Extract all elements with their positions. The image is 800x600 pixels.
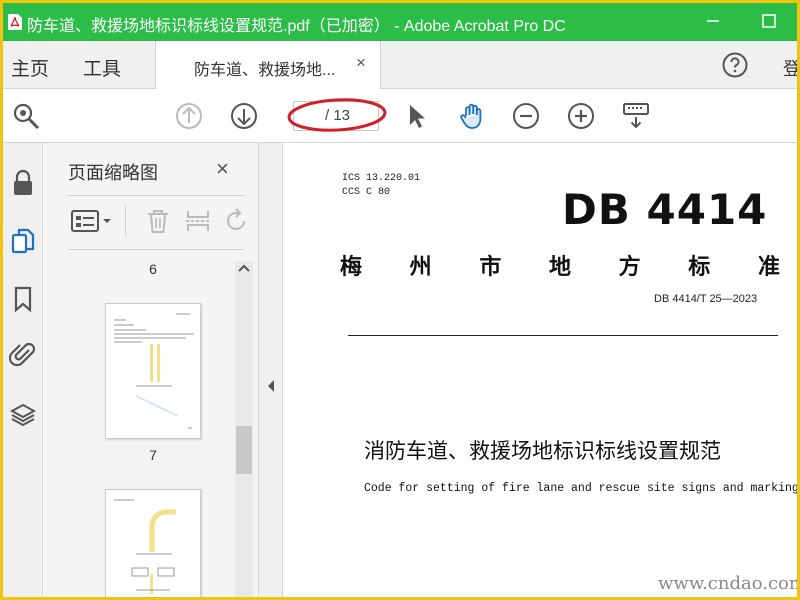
tab-document[interactable]: 防车道、救援场地... ×: [155, 41, 381, 90]
standard-number: DB 4414/T 25—2023: [654, 293, 758, 305]
zoom-out-icon[interactable]: [511, 101, 541, 131]
page-number-field: / 13: [287, 98, 387, 132]
delete-page-icon[interactable]: [144, 207, 172, 235]
org-char: 州: [409, 254, 432, 280]
ics-code: ICS 13.220.01: [342, 173, 421, 184]
document-page: ICS 13.220.01 CCS C 80 DB 4414 梅 州 市 地 方…: [284, 143, 797, 597]
thumbnail-preview-7: [114, 313, 194, 429]
toolbar: / 13: [3, 89, 797, 143]
title-bar: 防车道、救援场地标识标线设置规范.pdf（已加密） - Adobe Acroba…: [3, 3, 797, 41]
maximize-button[interactable]: [757, 9, 781, 33]
panel-divider: [68, 195, 244, 196]
document-subtitle: Code for setting of fire lane and rescue…: [364, 482, 797, 495]
page-down-icon[interactable]: [229, 101, 259, 131]
panel-collapse-handle[interactable]: [259, 143, 283, 597]
keyboard-tool-icon[interactable]: [621, 101, 651, 131]
scrollbar-thumb[interactable]: [236, 426, 252, 474]
page-thumbnails-icon[interactable]: [9, 227, 37, 255]
org-char: 标: [688, 254, 711, 280]
maximize-icon: [762, 14, 776, 28]
document-title: 消防车道、救援场地标识标线设置规范: [364, 439, 721, 463]
standard-org: 梅 州 市 地 方 标 准: [340, 249, 780, 281]
help-icon[interactable]: [721, 51, 749, 79]
page-total: / 13: [325, 107, 351, 124]
window-title: 防车道、救援场地标识标线设置规范.pdf（已加密） - Adobe Acroba…: [27, 18, 566, 35]
page-thumbnail-7[interactable]: [105, 303, 201, 439]
minimize-button[interactable]: [701, 9, 725, 33]
acrobat-icon: [8, 14, 22, 30]
rotate-page-icon[interactable]: [222, 207, 250, 235]
org-char: 市: [479, 254, 502, 280]
select-cursor-icon[interactable]: [401, 101, 431, 131]
bookmark-icon[interactable]: [9, 285, 37, 313]
tab-document-label: 防车道、救援场地...: [194, 62, 336, 79]
lock-icon[interactable]: [9, 169, 37, 197]
watermark: www.cndao.com: [658, 573, 797, 594]
horizontal-rule: [348, 335, 778, 336]
tab-tools[interactable]: 工具: [83, 54, 121, 81]
toolbar-divider: [125, 205, 126, 237]
thumbnail-label-7: 7: [149, 447, 157, 463]
panel-toolbar: [68, 203, 248, 239]
sign-in-link[interactable]: 登: [783, 55, 797, 81]
tab-home[interactable]: 主页: [11, 54, 49, 81]
org-char: 地: [548, 254, 571, 280]
thumbnail-panel: 页面缩略图 × 6 7: [44, 143, 259, 597]
standard-logo: DB 4414: [562, 185, 768, 234]
tab-close-button[interactable]: ×: [356, 53, 366, 73]
layers-icon[interactable]: [9, 401, 37, 429]
extract-page-icon[interactable]: [184, 207, 212, 235]
hand-tool-icon[interactable]: [457, 101, 487, 131]
zoom-search-icon[interactable]: [11, 101, 41, 131]
page-thumbnail-8[interactable]: [105, 489, 201, 597]
scroll-up-icon[interactable]: [238, 263, 250, 273]
collapse-arrow-icon: [268, 380, 274, 392]
tab-bar: 主页 工具 防车道、救援场地... × 登: [3, 41, 797, 90]
panel-title: 页面缩略图: [68, 163, 158, 183]
minimize-icon: [707, 20, 719, 22]
panel-divider-2: [68, 249, 244, 250]
thumbnail-label-6: 6: [149, 261, 157, 277]
zoom-in-icon[interactable]: [566, 101, 596, 131]
page-up-icon[interactable]: [174, 101, 204, 131]
attachment-icon[interactable]: [9, 341, 37, 369]
thumbnail-scrollbar[interactable]: [235, 261, 253, 597]
org-char: 方: [618, 254, 641, 280]
ccs-code: CCS C 80: [342, 187, 391, 198]
org-char: 准: [757, 254, 780, 280]
thumbnail-options-icon[interactable]: [70, 207, 114, 235]
panel-close-button[interactable]: ×: [216, 156, 229, 182]
acrobat-window: 防车道、救援场地标识标线设置规范.pdf（已加密） - Adobe Acroba…: [3, 3, 797, 597]
left-tool-rail: [3, 143, 43, 597]
thumbnail-preview-8: [114, 499, 176, 594]
org-char: 梅: [340, 254, 363, 280]
